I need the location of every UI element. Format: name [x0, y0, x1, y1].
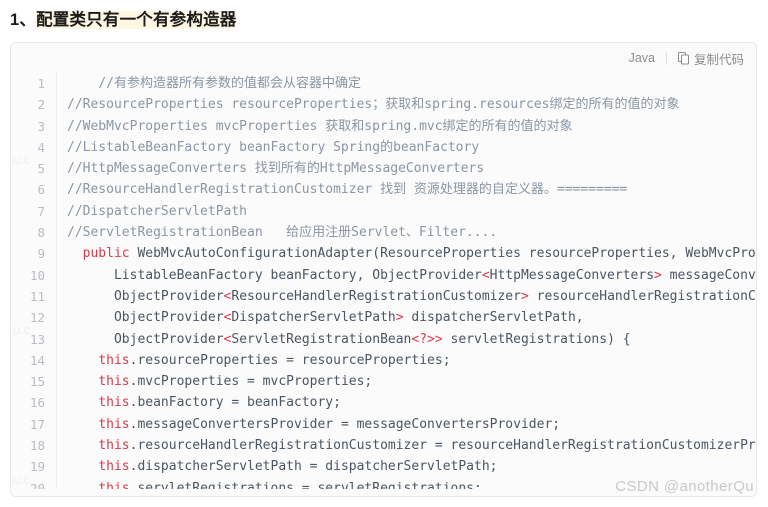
code-token-plain: .resourceHandlerRegistrationCustomizer =…: [129, 438, 756, 454]
code-token-plain: ObjectProvider: [113, 288, 224, 304]
code-token-plain: servletRegistrations) {: [442, 331, 631, 347]
code-token-plain: messageConverte: [669, 267, 756, 283]
page-title-number: 1、: [10, 11, 37, 29]
code-token-plain: .messageConvertersProvider = messageConv…: [129, 416, 561, 432]
code-line: //ResourceHandlerRegistrationCustomizer …: [67, 179, 756, 200]
code-token-comment: //ListableBeanFactory beanFactory Spring…: [67, 139, 480, 155]
code-line: //DispatcherServletPath: [67, 201, 756, 222]
code-token-punct: >: [520, 288, 529, 304]
line-number: 8: [37, 225, 45, 241]
code-line: //ListableBeanFactory beanFactory Spring…: [67, 137, 756, 158]
line-number: 17: [29, 416, 45, 432]
code-block-card: Java 复制代码 123456789101112131415161718192…: [10, 42, 757, 497]
code-token-plain: .beanFactory = beanFactory;: [129, 395, 341, 411]
code-token-kw: this: [98, 352, 130, 368]
code-token-plain: ListableBeanFactory beanFactory, ObjectP…: [113, 267, 482, 283]
horizontal-scrollbar[interactable]: [11, 489, 756, 496]
line-number-gutter: 123456789101112131415161718192021: [11, 71, 57, 496]
copy-icon: [677, 51, 690, 65]
line-number: 13: [29, 331, 45, 347]
code-token-plain: resourceHandlerRegistrationCus: [528, 288, 756, 304]
copy-code-label: 复制代码: [693, 52, 744, 67]
code-line: //ServletRegistrationBean 给应用注册Servlet、F…: [67, 222, 756, 243]
line-number: 12: [29, 310, 45, 326]
code-line: //HttpMessageConverters 找到所有的HttpMessage…: [67, 158, 756, 179]
line-number: 4: [37, 139, 45, 155]
code-token-kw: this: [98, 395, 130, 411]
code-token-comment: //WebMvcProperties mvcProperties 获取和spri…: [67, 118, 573, 134]
code-token-punct: >: [395, 310, 404, 326]
code-token-plain: .mvcProperties = mvcProperties;: [129, 374, 373, 390]
line-number: 14: [29, 352, 45, 368]
code-content[interactable]: //有参构造器所有参数的值都会从容器中确定 //ResourcePropertie…: [57, 71, 756, 496]
code-token-comment: //ResourceHandlerRegistrationCustomizer …: [67, 182, 628, 198]
code-token-plain: dispatcherServletPath,: [403, 310, 584, 326]
line-number: 5: [37, 161, 45, 177]
line-number: 9: [37, 246, 45, 262]
code-token-plain: ObjectProvider: [113, 310, 224, 326]
line-number: 18: [29, 438, 45, 454]
code-token-punct: >: [654, 267, 662, 283]
code-token-plain: DispatcherServletPath: [231, 310, 396, 326]
code-token-plain: ObjectProvider: [113, 331, 224, 347]
code-body: 123456789101112131415161718192021 //有参构造…: [11, 71, 756, 496]
code-token-plain: HttpMessageConverters: [489, 267, 655, 283]
code-token-plain: .resourceProperties = resourceProperties…: [129, 352, 451, 368]
code-line: //ResourceProperties resourceProperties；…: [67, 94, 756, 115]
code-token-comment: //ServletRegistrationBean 给应用注册Servlet、F…: [67, 225, 498, 241]
code-token-comment: //有参构造器所有参数的值都会从容器中确定: [98, 76, 361, 91]
code-token-comment: //DispatcherServletPath: [67, 203, 248, 219]
code-line: this.mvcProperties = mvcProperties;: [67, 371, 756, 392]
code-token-kw: this: [98, 374, 130, 390]
code-token-punct: <?>>: [411, 331, 443, 347]
line-number: 11: [29, 288, 45, 304]
page-title: 1、配置类只有一个有参构造器: [0, 0, 768, 32]
code-line: this.resourceHandlerRegistrationCustomiz…: [67, 435, 756, 456]
code-line: this.beanFactory = beanFactory;: [67, 392, 756, 413]
code-token-comment: //ResourceProperties resourceProperties；…: [67, 97, 680, 113]
code-line: this.resourceProperties = resourceProper…: [67, 350, 756, 371]
code-token-plain: ServletRegistrationBean: [231, 331, 412, 347]
copy-code-button[interactable]: 复制代码: [677, 49, 744, 68]
code-token-comment: //HttpMessageConverters 找到所有的HttpMessage…: [67, 161, 485, 177]
code-line: ObjectProvider<ResourceHandlerRegistrati…: [67, 286, 756, 307]
line-number: 6: [37, 182, 45, 198]
code-line: ObjectProvider<ServletRegistrationBean<?…: [67, 329, 756, 350]
code-token-plain: ResourceHandlerRegistrationCustomizer: [231, 288, 521, 304]
code-token-kw: this: [98, 416, 130, 432]
line-number: 15: [29, 374, 45, 390]
code-line: //有参构造器所有参数的值都会从容器中确定: [67, 73, 756, 94]
code-line: this.dispatcherServletPath = dispatcherS…: [67, 456, 756, 477]
code-block-toolbar: Java 复制代码: [11, 43, 756, 71]
code-token-kw: this: [98, 438, 130, 454]
toolbar-divider: [665, 51, 667, 65]
line-number: 16: [29, 395, 45, 411]
code-token-punct: <: [481, 267, 490, 283]
page-title-highlighted-text: 配置类只有一个有参构造器: [36, 11, 237, 29]
code-token-kw: public: [82, 246, 130, 262]
code-line: ObjectProvider<DispatcherServletPath> di…: [67, 307, 756, 328]
line-number: 10: [29, 267, 45, 283]
line-number: 3: [37, 118, 45, 134]
line-number: 7: [37, 203, 45, 219]
code-language-label: Java: [628, 51, 655, 65]
code-token-plain: WebMvcAutoConfigurationAdapter(ResourceP…: [129, 246, 756, 262]
code-token-kw: this: [98, 459, 130, 475]
code-line: //WebMvcProperties mvcProperties 获取和spri…: [67, 116, 756, 137]
code-token-plain: .dispatcherServletPath = dispatcherServl…: [129, 459, 498, 475]
code-line: public WebMvcAutoConfigurationAdapter(Re…: [67, 243, 756, 264]
line-number: 2: [37, 97, 45, 113]
code-line: this.messageConvertersProvider = message…: [67, 414, 756, 435]
line-number: 19: [29, 459, 45, 475]
line-number: 1: [37, 76, 45, 91]
code-line: ListableBeanFactory beanFactory, ObjectP…: [67, 265, 756, 286]
